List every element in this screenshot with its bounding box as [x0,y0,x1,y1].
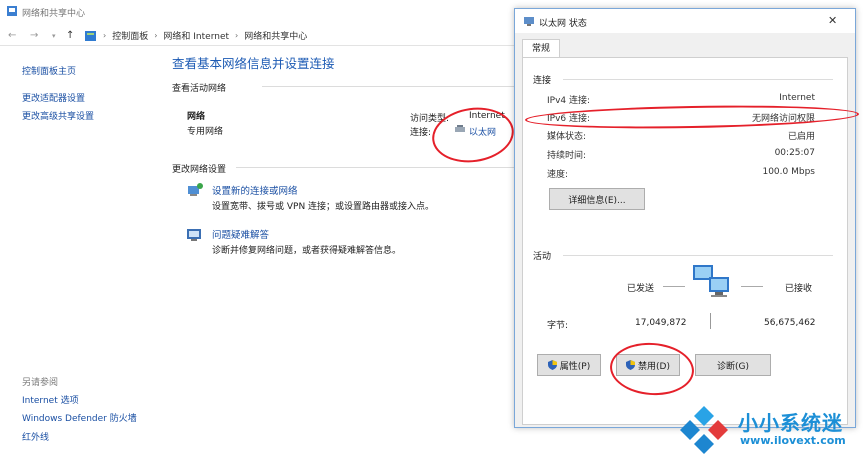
task-troubleshoot[interactable]: 问题疑难解答 [212,227,269,241]
details-button[interactable]: 详细信息(E)... [549,188,645,210]
see-also-label: 另请参阅 [22,378,59,388]
troubleshoot-icon [187,229,201,241]
control-panel-icon [85,30,96,41]
sidebar-item-adapter-settings[interactable]: 更改适配器设置 [22,91,85,104]
details-button-label: 详细信息(E)... [568,195,626,206]
main-window-title: 网络和共享中心 [22,9,86,19]
duration-value: 00:25:07 [774,148,815,158]
task-new-connection[interactable]: 设置新的连接或网络 [212,183,298,197]
diagnose-button-label: 诊断(G) [717,361,749,372]
speed-value: 100.0 Mbps [762,167,815,177]
received-line [741,286,763,287]
connection-section-label: 连接 [533,76,552,86]
see-also-internet-options[interactable]: Internet 选项 [22,393,79,406]
breadcrumb-separator-icon: › [154,31,158,40]
sidebar-item-sharing-settings[interactable]: 更改高级共享设置 [22,109,94,122]
sidebar-home-link[interactable]: 控制面板主页 [22,64,76,77]
bytes-divider [710,313,711,329]
breadcrumb-item[interactable]: 网络和共享中心 [244,29,307,42]
received-label: 已接收 [785,284,813,294]
change-settings-label: 更改网络设置 [172,165,227,175]
network-computers-icon [693,265,729,297]
connection-label: 连接: [410,128,432,138]
active-networks-label: 查看活动网络 [172,84,227,94]
sent-line [663,286,685,287]
forward-icon[interactable]: → [30,30,38,41]
breadcrumb-separator-icon: › [235,31,239,40]
back-icon[interactable]: ← [8,30,16,41]
tab-general[interactable]: 常规 [522,39,560,58]
divider [563,255,833,256]
dialog-title: 以太网 状态 [539,19,587,29]
task-troubleshoot-desc: 诊断并修复网络问题，或者获得疑难解答信息。 [212,246,402,256]
uac-shield-icon [547,360,557,370]
diagnose-button[interactable]: 诊断(G) [695,354,771,376]
media-state-value: 已启用 [787,132,815,142]
task-new-connection-desc: 设置宽带、拨号或 VPN 连接；或设置路由器或接入点。 [212,202,435,212]
ipv4-label: IPv4 连接: [547,96,591,106]
see-also-firewall[interactable]: Windows Defender 防火墙 [22,411,137,424]
network-center-icon [7,6,17,16]
page-title: 查看基本网络信息并设置连接 [172,56,335,71]
ethernet-status-dialog: 以太网 状态 ✕ 常规 连接 IPv4 连接: Internet IPv6 连接… [514,8,860,428]
breadcrumb-item[interactable]: 控制面板 [112,29,148,42]
watermark-logo-icon [680,406,728,454]
bytes-label: 字节: [547,321,569,331]
up-icon[interactable]: ↑ [66,30,74,41]
divider [563,79,833,80]
divider [262,86,514,87]
watermark-brand: 小小系统迷 [738,411,843,435]
close-icon[interactable]: ✕ [828,14,837,27]
divider [236,167,514,168]
bytes-received-value: 56,675,462 [764,318,816,328]
duration-label: 持续时间: [547,151,587,161]
sent-label: 已发送 [627,284,655,294]
ipv4-value: Internet [779,93,815,103]
breadcrumb-item[interactable]: 网络和 Internet [163,29,229,42]
bytes-sent-value: 17,049,872 [635,318,687,328]
activity-section-label: 活动 [533,252,552,262]
new-connection-icon [188,183,203,196]
watermark-url: www.ilovext.com [740,434,846,447]
media-state-label: 媒体状态: [547,132,587,142]
properties-button[interactable]: 属性(P) [537,354,601,376]
properties-button-label: 属性(P) [559,361,591,372]
speed-label: 速度: [547,170,569,180]
breadcrumb: › 控制面板 › 网络和 Internet › 网络和共享中心 [85,29,307,42]
chevron-down-icon[interactable]: ▾ [52,32,56,40]
see-also-infrared[interactable]: 红外线 [22,430,49,443]
ethernet-icon [524,17,534,26]
network-name: 网络 [187,112,206,122]
breadcrumb-separator-icon: › [103,31,107,40]
network-type: 专用网络 [187,127,224,137]
